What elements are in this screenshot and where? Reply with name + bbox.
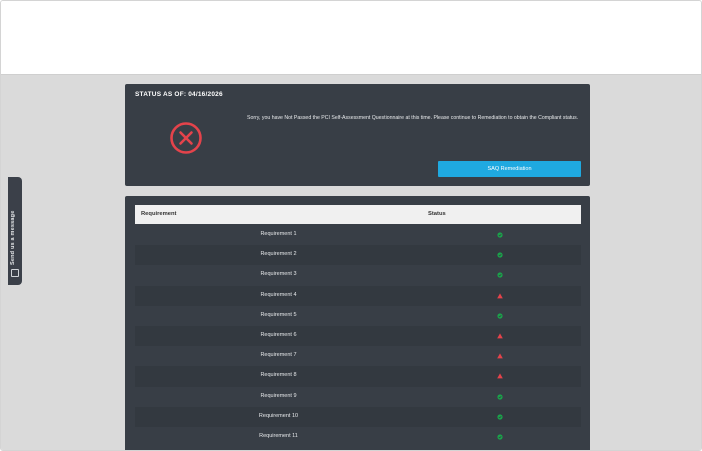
feedback-label: Send us a message xyxy=(10,210,16,265)
pass-check-icon xyxy=(497,232,503,238)
requirement-name: Requirement 1 xyxy=(260,231,297,237)
message-icon xyxy=(11,269,19,277)
table-row: Requirement 11 xyxy=(135,426,581,448)
pass-check-icon xyxy=(497,252,503,258)
saq-remediation-button[interactable]: SAQ Remediation xyxy=(438,161,581,177)
table-row: Requirement 4 xyxy=(135,285,581,306)
requirement-name: Requirement 10 xyxy=(258,412,299,419)
status-title: STATUS AS OF: 04/16/2026 xyxy=(135,91,223,98)
pass-check-icon xyxy=(497,414,503,420)
table-row: Requirement 9 xyxy=(135,386,581,407)
pass-check-icon xyxy=(497,434,503,440)
requirement-name: Requirement 7 xyxy=(260,352,297,359)
requirement-name: Requirement 3 xyxy=(260,271,297,278)
table-row: Requirement 2 xyxy=(135,245,581,266)
table-row: Requirement 8 xyxy=(135,366,581,387)
header-status: Status xyxy=(428,211,446,217)
requirement-name: Requirement 4 xyxy=(260,291,297,298)
pass-check-icon xyxy=(497,313,503,319)
pass-check-icon xyxy=(497,272,503,278)
app-window: Send us a message STATUS AS OF: 04/16/20… xyxy=(0,0,702,451)
header-requirement: Requirement xyxy=(141,211,177,217)
fail-x-icon xyxy=(170,122,202,154)
status-message: Sorry, you have Not Passed the PCI Self-… xyxy=(247,115,579,121)
table-row: Requirement 7 xyxy=(135,346,581,367)
requirement-name: Requirement 5 xyxy=(260,311,297,318)
requirements-table-header: Requirement Status xyxy=(135,205,581,224)
feedback-tab[interactable]: Send us a message xyxy=(8,177,22,285)
pass-check-icon xyxy=(497,393,503,400)
table-row: Requirement 6 xyxy=(135,325,581,347)
fail-warning-icon xyxy=(497,292,503,298)
table-row: Requirement 10 xyxy=(135,406,581,427)
requirement-name: Requirement 9 xyxy=(260,392,297,399)
fail-warning-icon xyxy=(497,353,503,359)
fail-warning-icon xyxy=(497,373,503,379)
table-row: Requirement 1 xyxy=(135,225,581,246)
fail-warning-icon xyxy=(497,333,503,339)
requirement-name: Requirement 2 xyxy=(260,251,297,258)
status-card: STATUS AS OF: 04/16/2026 Sorry, you have… xyxy=(125,84,590,186)
requirement-name: Requirement 6 xyxy=(260,331,297,338)
requirements-table-body: Requirement 1 Requirement 2 Requirement 3 R… xyxy=(135,225,581,448)
requirement-name: Requirement 8 xyxy=(260,372,297,379)
top-header xyxy=(1,1,701,75)
requirement-name: Requirement 11 xyxy=(259,432,298,439)
table-row: Requirement 3 xyxy=(135,265,581,286)
requirements-card: Requirement Status Requirement 1 Requirem… xyxy=(125,196,590,450)
table-row: Requirement 5 xyxy=(135,305,581,326)
